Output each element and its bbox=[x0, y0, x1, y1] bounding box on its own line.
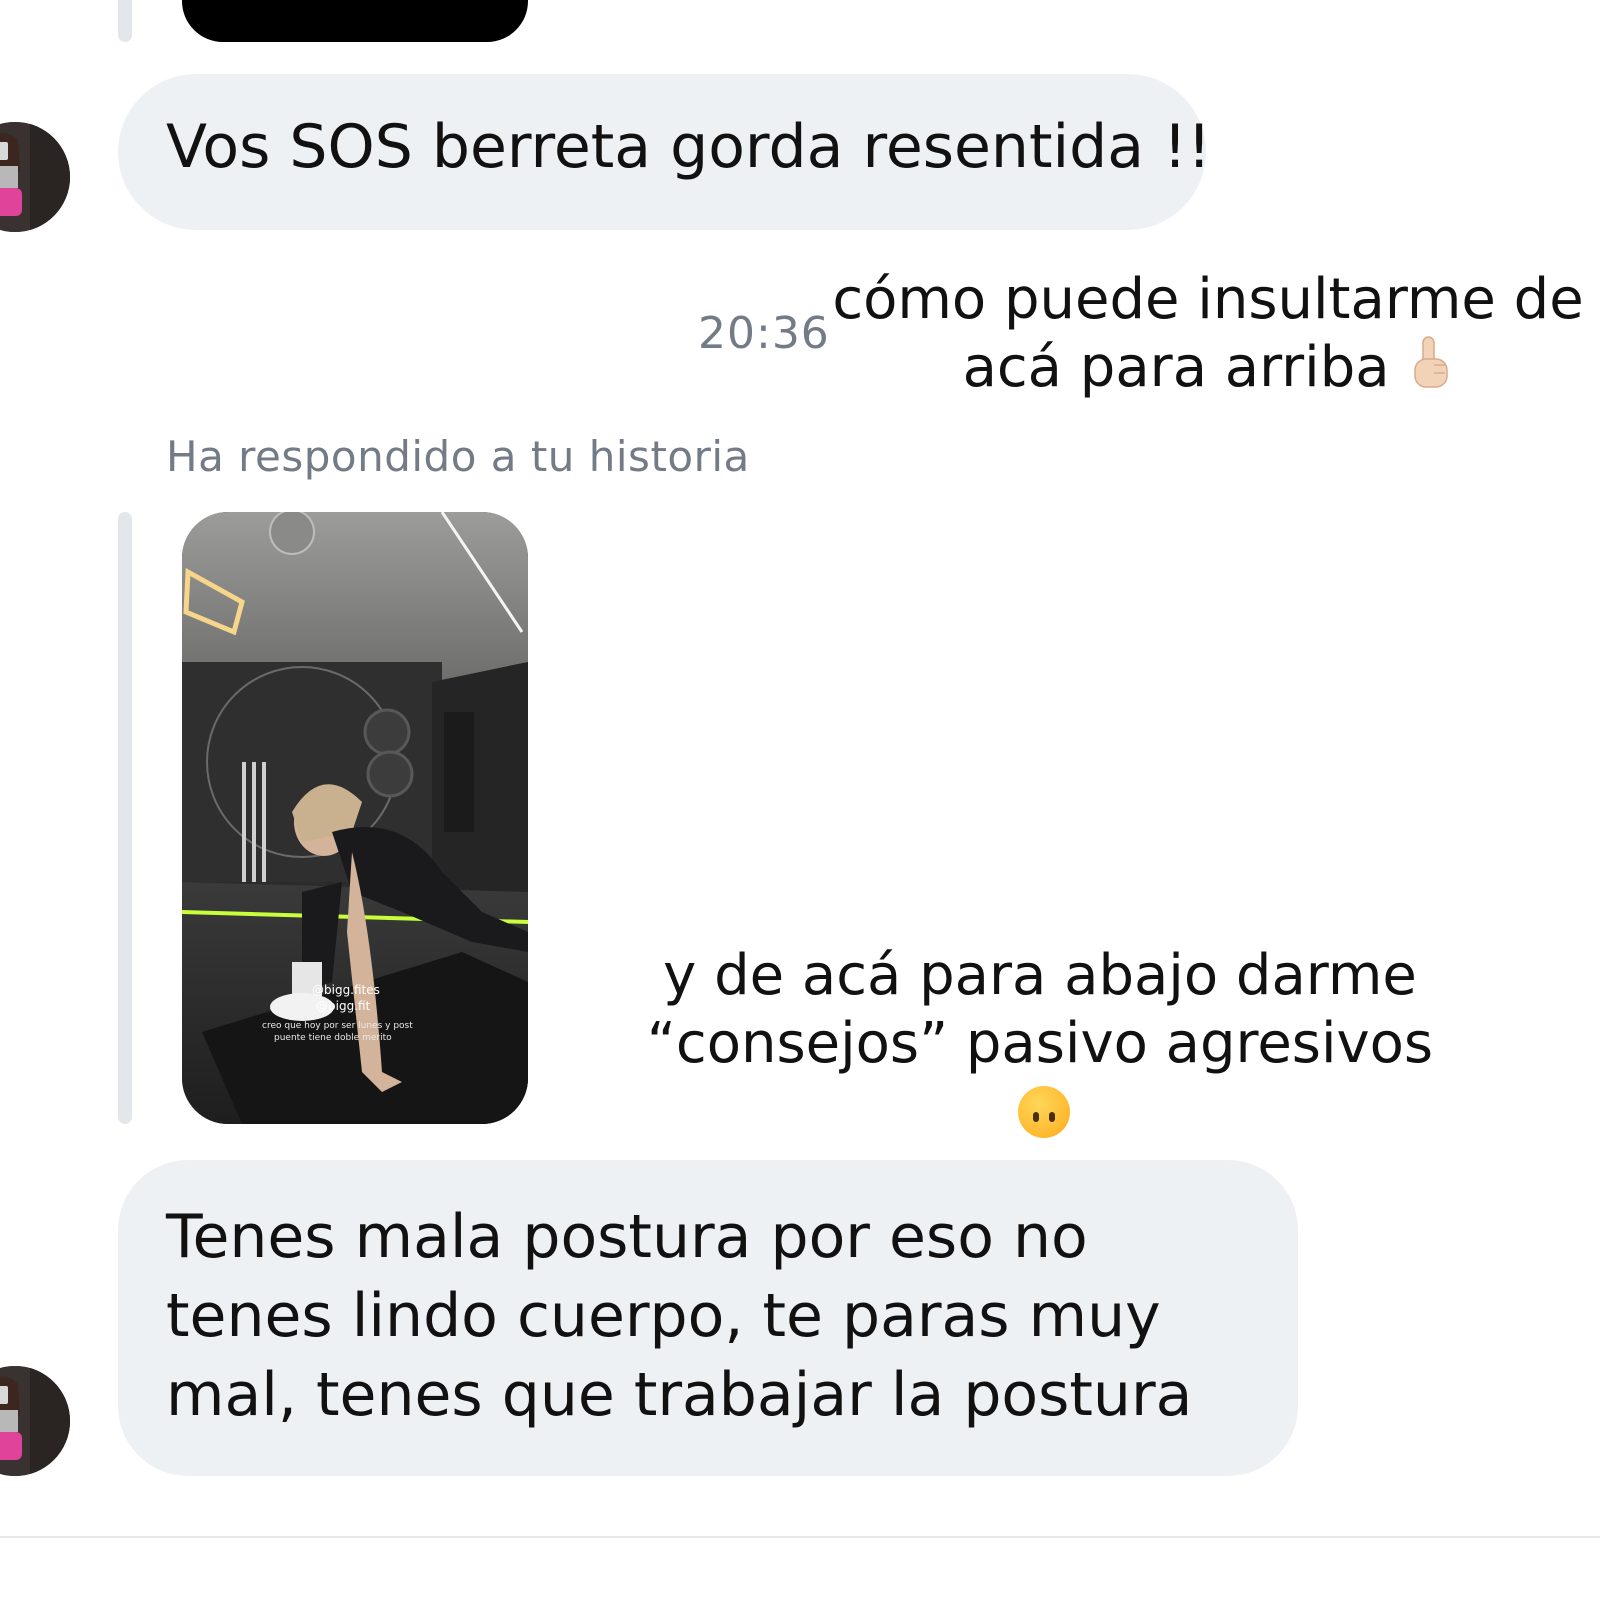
dm-thread: Vos SOS berreta gorda resentida !! 20:36… bbox=[0, 0, 1600, 1600]
incoming-message-bubble[interactable]: Vos SOS berreta gorda resentida !! bbox=[118, 74, 1211, 230]
caption-line: y de acá para abajo darme bbox=[663, 943, 1417, 1008]
caption-line-with-emoji: “consejos” pasivo agresivos bbox=[640, 1010, 1440, 1146]
avatar[interactable] bbox=[0, 1366, 70, 1476]
avatar-image bbox=[0, 122, 70, 232]
story-thumbnail-previous[interactable] bbox=[182, 0, 528, 42]
caption-line-with-emoji: acá para arriba bbox=[828, 334, 1588, 407]
reply-quote-bar bbox=[118, 512, 132, 1124]
caption-line: “consejos” pasivo agresivos bbox=[646, 1011, 1434, 1076]
story-caption: puente tiene doble merito bbox=[274, 1033, 392, 1043]
story-handle: @bigg.fites bbox=[312, 983, 380, 997]
story-image: @bigg.fites @bigg.fit creo que hoy por s… bbox=[182, 512, 528, 1124]
story-handle: @bigg.fit bbox=[316, 999, 371, 1013]
pointing-up-icon bbox=[1407, 335, 1453, 407]
overlay-caption-top: cómo puede insultarme de acá para arriba bbox=[828, 266, 1588, 407]
avatar-image bbox=[0, 1366, 70, 1476]
composer-divider bbox=[0, 1536, 1600, 1538]
reply-quote-bar bbox=[118, 0, 132, 42]
avatar[interactable] bbox=[0, 122, 70, 232]
caption-line: acá para arriba bbox=[962, 335, 1390, 400]
story-caption: creo que hoy por ser lunes y post bbox=[262, 1021, 413, 1031]
story-preview[interactable]: @bigg.fites @bigg.fit creo que hoy por s… bbox=[182, 512, 528, 1124]
message-timestamp: 20:36 bbox=[698, 308, 830, 359]
caption-line: cómo puede insultarme de bbox=[832, 267, 1584, 332]
upside-down-face-icon bbox=[1018, 1086, 1070, 1138]
replied-to-story-label: Ha respondido a tu historia bbox=[166, 432, 750, 481]
overlay-caption-bottom: y de acá para abajo darme “consejos” pas… bbox=[640, 942, 1440, 1146]
incoming-message-bubble[interactable]: Tenes mala postura por eso no tenes lind… bbox=[118, 1160, 1298, 1476]
